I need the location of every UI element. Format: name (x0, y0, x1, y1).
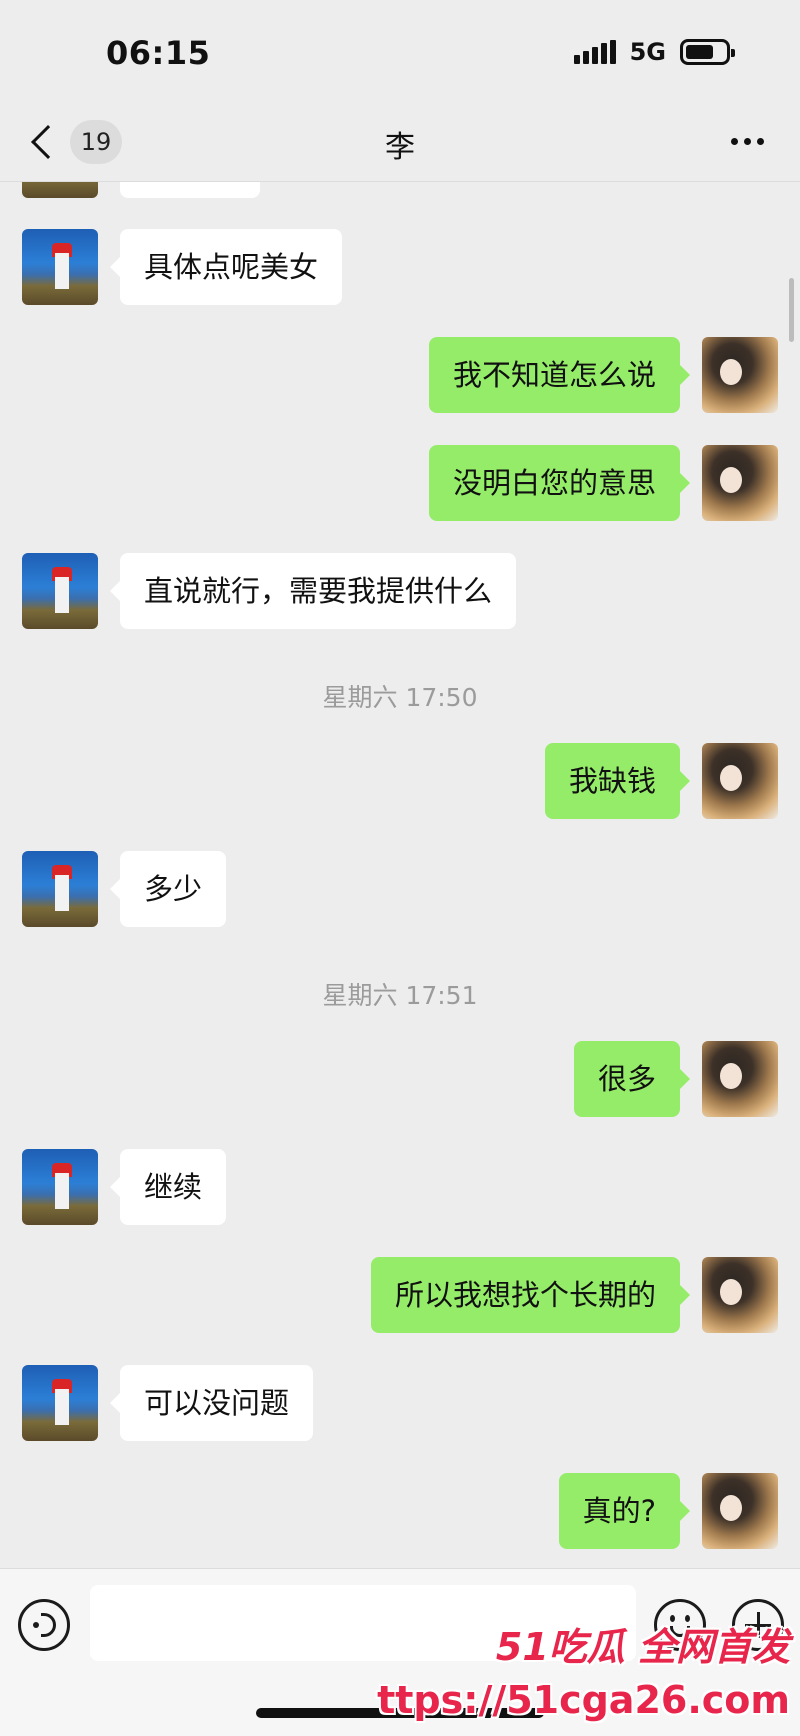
status-time: 06:15 (106, 34, 211, 72)
message-timestamp: 星期六 17:50 (322, 683, 478, 712)
my-avatar[interactable] (702, 1473, 778, 1549)
top-bar: 06:15 5G 19 李 (0, 0, 800, 182)
message-bubble-outgoing[interactable]: 真的? (558, 1473, 691, 1549)
status-icons: 5G (573, 38, 735, 66)
message-list[interactable]: 具体点呢美女 我不知道怎么说 没明白您的意思 直说就行，需要我提供什么 星期六 … (0, 182, 800, 1568)
more-icon (731, 138, 738, 145)
network-type: 5G (629, 38, 666, 66)
voice-input-button[interactable] (18, 1599, 70, 1651)
my-avatar[interactable] (702, 1257, 778, 1333)
contact-avatar[interactable] (22, 553, 98, 629)
message-bubble-incoming[interactable]: 直说就行，需要我提供什么 (109, 553, 517, 629)
message-bubble-outgoing[interactable]: 没明白您的意思 (428, 445, 691, 521)
signal-icon (573, 40, 616, 64)
watermark-url: ttps://51cga26.com (377, 1678, 790, 1722)
message-bubble-outgoing[interactable]: 很多 (573, 1041, 691, 1117)
more-options-button[interactable] (731, 138, 764, 145)
watermark-title: 51吃瓜 全网首发 (495, 1625, 790, 1669)
chat-title: 李 (385, 130, 415, 165)
message-bubble-incoming[interactable]: 具体点呢美女 (109, 229, 343, 305)
message-bubble-incoming[interactable]: 可以没问题 (109, 1365, 314, 1441)
message-bubble-outgoing[interactable]: 我缺钱 (544, 743, 691, 819)
message-timestamp: 星期六 17:51 (322, 981, 478, 1010)
contact-avatar[interactable] (22, 851, 98, 927)
battery-icon (680, 39, 735, 65)
contact-avatar[interactable] (22, 1149, 98, 1225)
message-bubble-incoming[interactable]: 继续 (109, 1149, 227, 1225)
contact-avatar[interactable] (22, 182, 98, 198)
message-bubble-partial[interactable] (120, 182, 260, 198)
my-avatar[interactable] (702, 743, 778, 819)
my-avatar[interactable] (702, 337, 778, 413)
message-bubble-incoming[interactable]: 多少 (109, 851, 227, 927)
contact-avatar[interactable] (22, 229, 98, 305)
my-avatar[interactable] (702, 445, 778, 521)
my-avatar[interactable] (702, 1041, 778, 1117)
contact-avatar[interactable] (22, 1365, 98, 1441)
message-bubble-outgoing[interactable]: 所以我想找个长期的 (370, 1257, 691, 1333)
message-bubble-outgoing[interactable]: 我不知道怎么说 (428, 337, 691, 413)
scrollbar[interactable] (789, 278, 794, 342)
